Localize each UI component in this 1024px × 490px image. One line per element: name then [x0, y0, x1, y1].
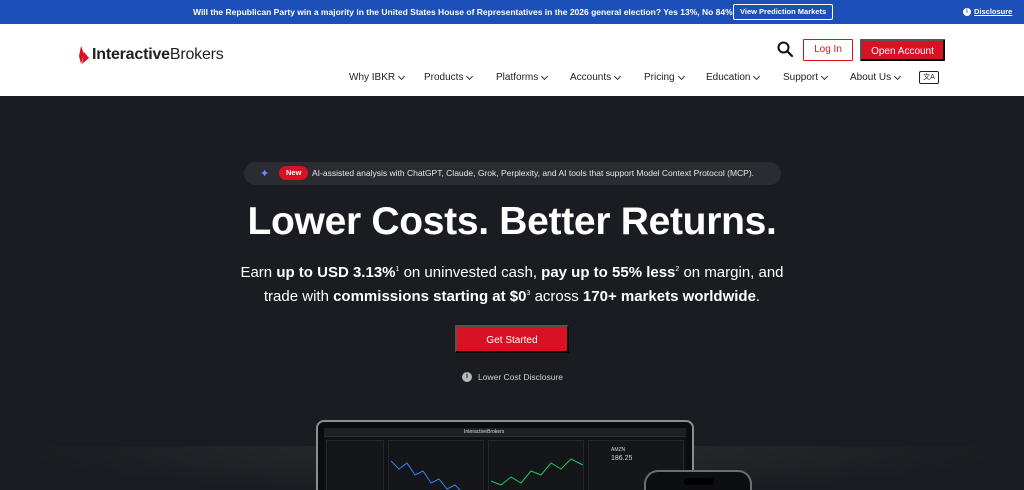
ticker-symbol: AMZN [611, 447, 626, 453]
chevron-down-icon [466, 72, 474, 80]
view-prediction-markets-button[interactable]: View Prediction Markets [733, 4, 834, 20]
info-icon: i [963, 7, 971, 16]
prediction-banner: Will the Republican Party win a majority… [0, 0, 1024, 24]
nav-accounts[interactable]: Accounts [570, 72, 622, 83]
chevron-down-icon [398, 72, 406, 80]
chart-panel [388, 440, 484, 490]
logo[interactable]: InteractiveBrokers [78, 46, 224, 64]
ticker-price: 186.25 [611, 455, 633, 462]
laptop-screen: InteractiveBrokers AMZN 186.25 [324, 428, 686, 490]
chevron-down-icon [894, 72, 902, 80]
main-nav: Why IBKR Products Platforms Accounts Pri… [0, 72, 1024, 88]
banner-text: Will the Republican Party win a majority… [193, 7, 733, 17]
chevron-down-icon [541, 72, 549, 80]
trading-app-toolbar: InteractiveBrokers [324, 428, 686, 437]
nav-about-us[interactable]: About Us [850, 72, 902, 83]
login-button[interactable]: Log In [803, 39, 853, 61]
ai-announcement-pill[interactable]: ✦ New AI-assisted analysis with ChatGPT,… [244, 162, 781, 185]
open-account-button[interactable]: Open Account [860, 39, 945, 61]
banner-disclosure-label: Disclosure [974, 7, 1013, 16]
chevron-down-icon [820, 72, 829, 80]
nav-support[interactable]: Support [783, 72, 829, 83]
watchlist-panel [326, 440, 384, 490]
info-icon: i [462, 372, 472, 382]
lower-cost-disclosure-label: Lower Cost Disclosure [478, 372, 564, 382]
hero-title: Lower Costs. Better Returns. [247, 200, 777, 243]
search-icon[interactable] [776, 40, 794, 58]
phone-mockup [644, 470, 752, 490]
candlestick-chart-icon [490, 458, 584, 486]
nav-why-ibkr[interactable]: Why IBKR [349, 72, 406, 83]
nav-pricing[interactable]: Pricing [644, 72, 685, 83]
hero-subtitle-line-1: Earn up to USD 3.13%1 on uninvested cash… [240, 264, 784, 281]
chevron-down-icon [677, 72, 685, 80]
chevron-down-icon [753, 72, 761, 80]
laptop-mockup: InteractiveBrokers AMZN 186.25 [316, 420, 694, 490]
phone-notch [684, 478, 714, 485]
logo-wordmark: InteractiveBrokers [92, 46, 224, 63]
sparkle-icon: ✦ [260, 168, 270, 180]
hero-section: ✦ New AI-assisted analysis with ChatGPT,… [0, 96, 1024, 490]
nav-platforms[interactable]: Platforms [496, 72, 549, 83]
trading-app-brand: InteractiveBrokers [464, 429, 505, 435]
chart-panel-2 [488, 440, 584, 490]
get-started-button[interactable]: Get Started [455, 325, 569, 353]
logo-flame-icon [79, 46, 89, 64]
language-icon[interactable]: 文A [919, 71, 939, 84]
nav-education[interactable]: Education [706, 72, 761, 83]
nav-products[interactable]: Products [424, 72, 474, 83]
price-chart-icon [390, 460, 461, 490]
site-header: InteractiveBrokers Log In Open Account W… [0, 24, 1024, 96]
announcement-text: AI-assisted analysis with ChatGPT, Claud… [312, 168, 755, 178]
hero-subtitle-line-2: trade with commissions starting at $03 a… [263, 288, 761, 305]
lower-cost-disclosure-link[interactable]: i Lower Cost Disclosure [462, 372, 563, 382]
new-badge: New [279, 166, 309, 180]
banner-disclosure-link[interactable]: i Disclosure [963, 7, 1012, 16]
chevron-down-icon [614, 72, 622, 80]
